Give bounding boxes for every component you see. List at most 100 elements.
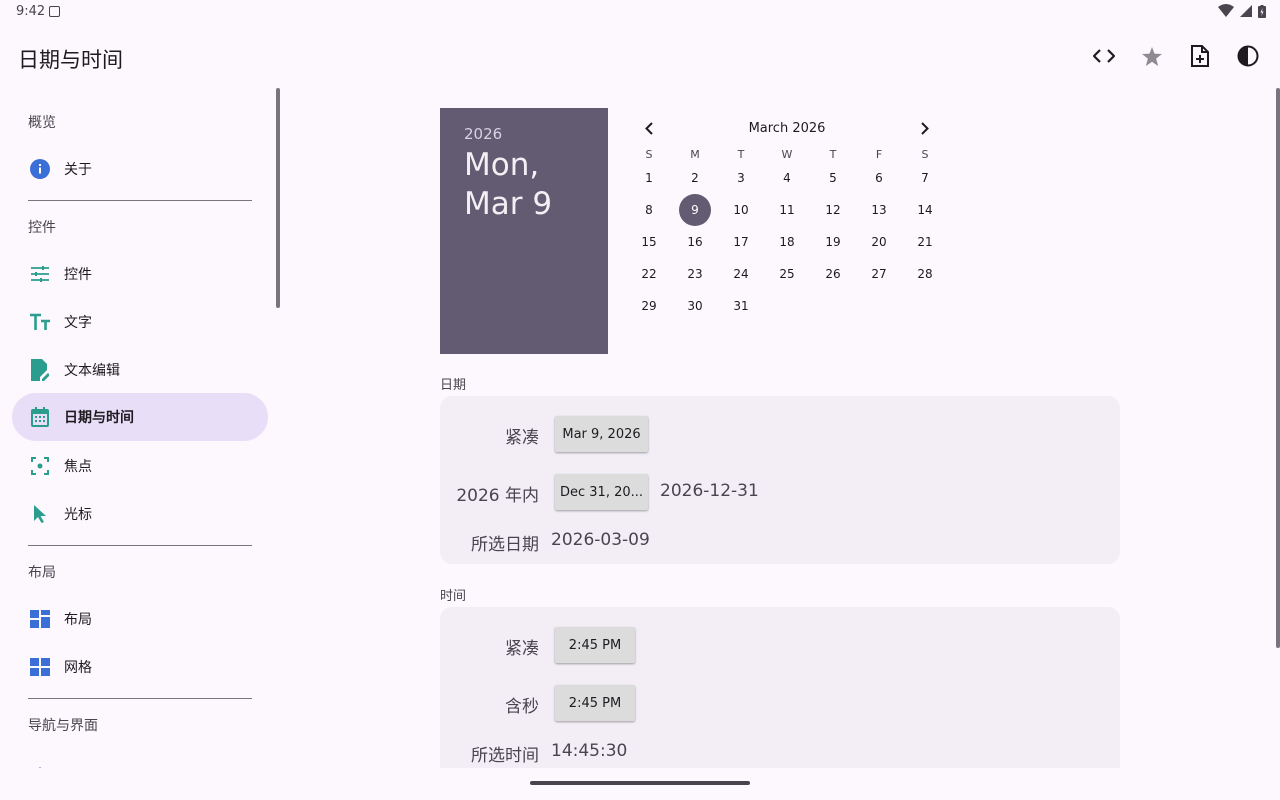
calendar-day[interactable]: 23 [679, 258, 711, 290]
calendar-day[interactable]: 10 [725, 194, 757, 226]
code-button[interactable] [1092, 44, 1116, 68]
wifi-icon [1218, 4, 1234, 17]
divider [28, 200, 252, 201]
sidebar-item-focus[interactable]: 焦点 [12, 442, 268, 490]
status-time: 9:42 [16, 4, 46, 19]
navigation-drawer: 概览 关于 控件 控件 文字 文本编辑 日期与时间 焦点 光标 布局 布局 网格… [0, 88, 280, 770]
cursor-icon [28, 502, 52, 526]
date-card: 紧凑 Mar 9, 2026 2026 年内 Dec 31, 20... 202… [440, 396, 1120, 564]
time-card: 紧凑 2:45 PM 含秒 2:45 PM 所选时间 14:45:30 [440, 607, 1120, 782]
sidebar-item-label: 文字 [64, 315, 92, 331]
selected-time-value: 14:45:30 [551, 741, 628, 761]
calendar-day[interactable]: 5 [817, 162, 849, 194]
sidebar-item-label: 文本编辑 [64, 363, 120, 379]
selected-date-value: 2026-03-09 [551, 530, 650, 550]
calendar-day[interactable]: 30 [679, 290, 711, 322]
calendar-day[interactable]: 8 [633, 194, 665, 226]
page-title: 日期与时间 [18, 48, 123, 72]
time-seconds-label: 含秒 [505, 697, 539, 717]
edit-document-icon [28, 358, 52, 382]
section-header-navigation: 导航与界面 [28, 718, 98, 734]
selected-date-label: 所选日期 [471, 535, 539, 555]
sidebar-item-controls[interactable]: 控件 [12, 250, 268, 298]
sidebar-item-date-time[interactable]: 日期与时间 [12, 393, 268, 441]
calendar-day[interactable]: 18 [771, 226, 803, 258]
calendar-day[interactable]: 12 [817, 194, 849, 226]
divider [28, 545, 252, 546]
battery-icon [1258, 4, 1266, 18]
date-in-year-label: 2026 年内 [456, 486, 539, 506]
time-compact-picker[interactable]: 2:45 PM [555, 627, 635, 663]
sidebar-item-layout[interactable]: 布局 [12, 595, 268, 643]
date-picker-year[interactable]: 2026 [464, 125, 502, 143]
theme-button[interactable] [1236, 44, 1260, 68]
sidebar-item-label: 光标 [64, 507, 92, 523]
calendar-day-selected[interactable]: 9 [679, 194, 711, 226]
note-add-icon [1191, 45, 1209, 67]
favorite-button[interactable] [1140, 44, 1164, 68]
calendar-day[interactable]: 1 [633, 162, 665, 194]
calendar-day[interactable]: 7 [909, 162, 941, 194]
calendar-day[interactable]: 29 [633, 290, 665, 322]
content-scrollbar[interactable] [1276, 88, 1280, 648]
sidebar-scrollbar[interactable] [276, 88, 280, 308]
calendar-icon [28, 405, 52, 429]
date-section-label: 日期 [440, 378, 467, 393]
calendar-day[interactable]: 15 [633, 226, 665, 258]
sidebar-item-cursor[interactable]: 光标 [12, 490, 268, 538]
calendar-day[interactable]: 26 [817, 258, 849, 290]
calendar-day[interactable]: 28 [909, 258, 941, 290]
weekday-header: S [921, 148, 929, 161]
date-in-year-picker[interactable]: Dec 31, 20... [555, 474, 648, 510]
status-bar: 9:42 [0, 0, 1280, 24]
calendar-day[interactable]: 27 [863, 258, 895, 290]
signal-icon [1240, 5, 1252, 17]
calendar-day[interactable]: 24 [725, 258, 757, 290]
calendar-day[interactable]: 21 [909, 226, 941, 258]
calendar-day[interactable]: 14 [909, 194, 941, 226]
divider [28, 698, 252, 699]
calendar-day[interactable]: 31 [725, 290, 757, 322]
calendar-day[interactable]: 3 [725, 162, 757, 194]
calendar-day[interactable]: 25 [771, 258, 803, 290]
sidebar-item-grid[interactable]: 网格 [12, 643, 268, 691]
home-indicator[interactable] [530, 781, 750, 785]
calendar-month-label: March 2026 [748, 121, 826, 136]
date-picker-header: 2026 Mon, Mar 9 [440, 108, 608, 354]
focus-icon [28, 454, 52, 478]
weekday-header: M [690, 148, 700, 161]
sidebar-item-label: 控件 [64, 267, 92, 283]
star-icon [1142, 46, 1162, 66]
text-fields-icon [28, 310, 52, 334]
calendar-day[interactable]: 13 [863, 194, 895, 226]
weekday-header: S [645, 148, 653, 161]
date-in-year-value: 2026-12-31 [660, 481, 759, 501]
weekday-header: F [875, 148, 883, 161]
chevron-right-icon [921, 121, 929, 135]
section-header-layout: 布局 [28, 565, 56, 581]
sidebar-item-label: 日期与时间 [64, 410, 134, 426]
new-document-button[interactable] [1188, 44, 1212, 68]
calendar-day[interactable]: 11 [771, 194, 803, 226]
calendar-day[interactable]: 6 [863, 162, 895, 194]
calendar-day[interactable]: 22 [633, 258, 665, 290]
calendar-day[interactable]: 17 [725, 226, 757, 258]
grid-icon [28, 655, 52, 679]
sidebar-item-text[interactable]: 文字 [12, 298, 268, 346]
date-compact-label: 紧凑 [505, 428, 539, 448]
next-month-button[interactable] [913, 119, 937, 137]
calendar-day[interactable]: 2 [679, 162, 711, 194]
date-picker-selected-date: Mon, Mar 9 [464, 147, 553, 222]
sidebar-item-text-edit[interactable]: 文本编辑 [12, 346, 268, 394]
calendar-day[interactable]: 4 [771, 162, 803, 194]
sidebar-item-label: 关于 [64, 162, 92, 178]
section-header-controls: 控件 [28, 220, 56, 236]
calendar-day[interactable]: 19 [817, 226, 849, 258]
calendar-day[interactable]: 16 [679, 226, 711, 258]
selected-time-label: 所选时间 [471, 746, 539, 766]
sidebar-item-about[interactable]: 关于 [12, 145, 268, 193]
date-compact-picker[interactable]: Mar 9, 2026 [555, 416, 648, 452]
calendar-day[interactable]: 20 [863, 226, 895, 258]
weekday-header: T [829, 148, 837, 161]
time-seconds-picker[interactable]: 2:45 PM [555, 685, 635, 721]
